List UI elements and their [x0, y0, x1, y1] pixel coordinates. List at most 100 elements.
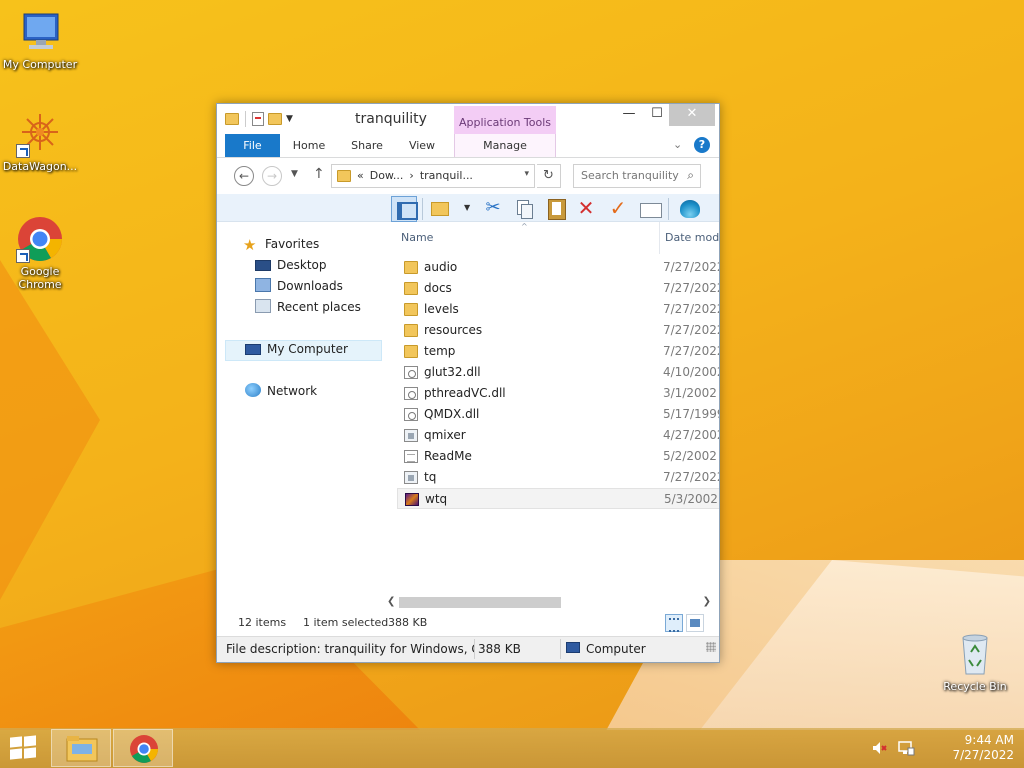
search-input[interactable]: Search tranquility ⌕ — [573, 164, 701, 188]
expand-ribbon-icon[interactable]: ⌄ — [673, 138, 682, 151]
nav-item-recent-places[interactable]: Recent places — [255, 297, 361, 317]
nav-item-favorites[interactable]: ★ Favorites — [243, 234, 319, 254]
file-name: ReadMe — [424, 449, 472, 463]
sort-caret-icon: ^ — [521, 222, 528, 231]
scroll-right-icon[interactable]: ❯ — [703, 594, 711, 610]
breadcrumb-overflow[interactable]: « — [357, 169, 364, 182]
folder-icon — [404, 282, 418, 295]
tab-share[interactable]: Share — [343, 134, 391, 157]
nav-item-my-computer[interactable]: My Computer — [245, 339, 348, 359]
scrollbar-thumb[interactable] — [399, 597, 561, 608]
desktop-icon-my-computer[interactable]: My Computer — [0, 8, 80, 71]
list-item[interactable]: audio 7/27/2022 — [397, 257, 719, 278]
shell-icon[interactable] — [677, 196, 703, 222]
list-item-selected[interactable]: wtq 5/3/2002 — [397, 488, 719, 509]
file-date: 5/17/1999 — [663, 407, 719, 421]
folder-icon — [225, 113, 239, 125]
horizontal-scrollbar[interactable]: ❮ ❯ — [385, 594, 711, 610]
nav-item-label: Desktop — [277, 258, 327, 272]
help-icon[interactable]: ? — [694, 137, 710, 153]
nav-item-desktop[interactable]: Desktop — [255, 255, 327, 275]
start-button[interactable] — [10, 735, 38, 760]
file-explorer-icon — [66, 736, 98, 762]
desktop-icon-label: Google Chrome — [18, 265, 62, 291]
list-item[interactable]: resources 7/27/2022 — [397, 320, 719, 341]
nav-item-downloads[interactable]: Downloads — [255, 276, 343, 296]
file-date: 5/2/2002 — [663, 449, 717, 463]
properties-icon[interactable] — [252, 112, 264, 126]
list-item[interactable]: temp 7/27/2022 — [397, 341, 719, 362]
text-file-icon — [404, 450, 418, 463]
volume-muted-icon[interactable] — [872, 740, 888, 768]
windows-logo-icon — [10, 748, 22, 760]
breadcrumb-item-tranquility[interactable]: tranquil... — [420, 169, 473, 182]
desktop-icon-google-chrome[interactable]: Google Chrome — [0, 215, 80, 291]
file-date: 7/27/2022 — [663, 260, 719, 274]
nav-item-label: Downloads — [277, 279, 343, 293]
list-item[interactable]: docs 7/27/2022 — [397, 278, 719, 299]
qat-dropdown-icon[interactable]: ▼ — [286, 114, 293, 124]
desktop-icon-datawagon[interactable]: DataWagon... — [0, 110, 80, 173]
copy-icon[interactable] — [511, 196, 537, 222]
taskbar-file-explorer[interactable] — [51, 729, 111, 767]
address-dropdown-icon[interactable]: ▾ — [524, 169, 529, 179]
clock-date: 7/27/2022 — [952, 748, 1014, 762]
new-window-icon[interactable] — [637, 196, 663, 222]
system-clock[interactable]: 9:44 AM 7/27/2022 — [944, 733, 1014, 763]
tab-file[interactable]: File — [225, 134, 280, 157]
wallpaper-facet — [0, 260, 100, 600]
command-toolbar: ▼ ✂ ✕ ✓ — [217, 194, 719, 222]
tab-home[interactable]: Home — [287, 134, 331, 157]
title-bar[interactable]: ▼ tranquility Application Tools — ☐ ✕ — [217, 104, 719, 136]
column-header-name[interactable]: Name — [401, 222, 433, 254]
network-status-icon[interactable] — [897, 740, 915, 768]
list-item[interactable]: levels 7/27/2022 — [397, 299, 719, 320]
desktop-icon-recycle-bin[interactable]: Recycle Bin — [935, 630, 1015, 693]
back-button[interactable]: ← — [234, 166, 254, 186]
file-date: 5/3/2002 — [664, 492, 718, 506]
large-icons-view-icon[interactable] — [686, 614, 704, 632]
list-item[interactable]: tq 7/27/2022 — [397, 467, 719, 488]
paste-icon[interactable] — [543, 196, 569, 222]
search-placeholder: Search tranquility — [581, 169, 679, 182]
address-bar[interactable]: « Dow... › tranquil... ▾ — [331, 164, 535, 188]
breadcrumb-item-downloads[interactable]: Dow... — [370, 169, 404, 182]
up-arrow-icon[interactable]: ↑ — [313, 166, 325, 182]
preview-pane-button[interactable] — [391, 196, 418, 222]
properties-button[interactable] — [427, 196, 453, 222]
tab-view[interactable]: View — [403, 134, 441, 157]
folder-icon — [404, 345, 418, 358]
tab-manage[interactable]: Manage — [454, 134, 556, 157]
taskbar-chrome[interactable] — [113, 729, 173, 767]
breadcrumb-separator[interactable]: › — [409, 169, 413, 182]
file-name: qmixer — [424, 428, 466, 442]
explorer-window: ▼ tranquility Application Tools — ☐ ✕ Fi… — [216, 103, 720, 663]
new-folder-icon[interactable] — [268, 113, 282, 125]
refresh-button[interactable]: ↻ — [537, 164, 561, 188]
file-name: QMDX.dll — [424, 407, 480, 421]
properties-dropdown-icon[interactable]: ▼ — [464, 203, 470, 212]
delete-icon[interactable]: ✕ — [573, 196, 599, 222]
column-header-date-modified[interactable]: Date mod — [659, 222, 719, 254]
close-button[interactable]: ✕ — [669, 104, 715, 126]
scroll-left-icon[interactable]: ❮ — [387, 594, 395, 610]
application-icon — [404, 471, 418, 484]
list-item[interactable]: qmixer 4/27/2002 — [397, 425, 719, 446]
list-item[interactable]: ReadMe 5/2/2002 — [397, 446, 719, 467]
selection-size: 388 KB — [388, 616, 428, 629]
list-item[interactable]: glut32.dll 4/10/2002 — [397, 362, 719, 383]
item-count: 12 items — [238, 616, 287, 629]
rename-icon[interactable]: ✓ — [605, 196, 631, 222]
list-item[interactable]: pthreadVC.dll 3/1/2002 — [397, 383, 719, 404]
recent-locations-dropdown-icon[interactable]: ▼ — [291, 169, 298, 179]
cut-icon[interactable]: ✂ — [480, 196, 506, 222]
folder-icon — [404, 303, 418, 316]
forward-button[interactable]: → — [262, 166, 282, 186]
nav-item-network[interactable]: Network — [245, 381, 317, 401]
breadcrumb: « Dow... › tranquil... — [357, 169, 479, 182]
resize-grip-icon[interactable] — [706, 642, 716, 652]
ribbon-tabs: File Home Share View Manage ⌄ ? — [217, 134, 719, 158]
file-description: File description: tranquility for Window… — [226, 642, 474, 656]
list-item[interactable]: QMDX.dll 5/17/1999 — [397, 404, 719, 425]
details-view-icon[interactable] — [665, 614, 683, 632]
